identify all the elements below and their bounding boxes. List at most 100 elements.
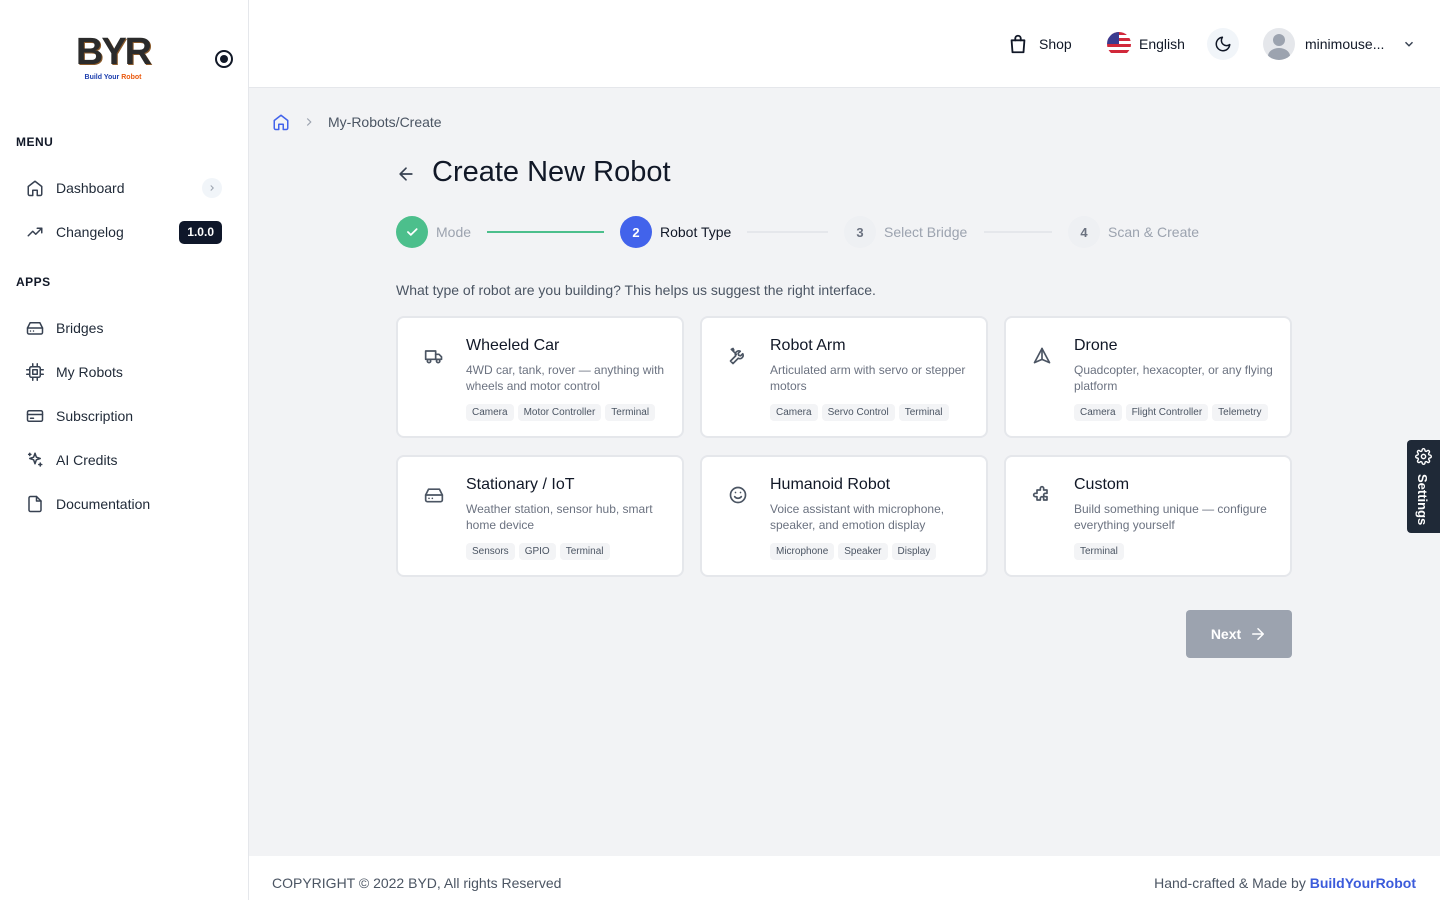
robot-type-card-drone[interactable]: Drone Quadcopter, hexacopter, or any fly… — [1004, 316, 1292, 438]
sidebar-item-label: Changelog — [56, 224, 124, 240]
chevron-down-icon — [1402, 37, 1416, 51]
step-4-label: Scan & Create — [1108, 224, 1200, 240]
sidebar-item-label: My Robots — [56, 364, 123, 380]
arrow-right-icon — [1241, 625, 1267, 643]
puzzle-icon — [1032, 485, 1052, 505]
brand-logo[interactable]: BYR Build Your Robot — [70, 32, 156, 86]
cpu-icon — [26, 363, 44, 381]
version-badge: 1.0.0 — [179, 221, 222, 244]
robot-type-card-custom[interactable]: Custom Build something unique — configur… — [1004, 455, 1292, 577]
language-label: English — [1139, 36, 1185, 52]
username: minimouse... — [1305, 36, 1385, 52]
sidebar-item-bridges[interactable]: Bridges — [16, 310, 232, 346]
card-tags: Camera Motor Controller Terminal — [466, 404, 659, 421]
back-arrow-icon[interactable] — [396, 164, 416, 184]
sidebar-item-label: Dashboard — [56, 180, 125, 196]
step-4-circle[interactable]: 4 — [1068, 216, 1100, 248]
robot-type-card-wheeled-car[interactable]: Wheeled Car 4WD car, tank, rover — anyth… — [396, 316, 684, 438]
user-menu[interactable]: minimouse... — [1263, 28, 1416, 60]
robot-type-card-robot-arm[interactable]: Robot Arm Articulated arm with servo or … — [700, 316, 988, 438]
chevron-right-icon — [302, 115, 316, 129]
feature-tag: Motor Controller — [517, 404, 602, 421]
shop-link[interactable]: Shop — [1007, 33, 1072, 55]
step-1-label: Mode — [436, 224, 472, 240]
sidebar-item-ai-credits[interactable]: AI Credits — [16, 442, 232, 478]
credit-card-icon — [26, 407, 44, 425]
next-button-label: Next — [1210, 626, 1242, 642]
logo-tagline-prefix: Build Your — [84, 74, 120, 81]
card-title: Wheeled Car — [466, 337, 560, 354]
moon-icon — [1214, 35, 1232, 53]
sidebar-item-label: Bridges — [56, 320, 104, 336]
sidebar-item-changelog[interactable]: Changelog 1.0.0 — [16, 214, 232, 250]
step-3-label: Select Bridge — [884, 224, 968, 240]
sparkles-icon — [26, 451, 44, 469]
feature-tag: Sensors — [466, 543, 515, 560]
brand-link[interactable]: BuildYourRobot — [1310, 875, 1416, 891]
step-1-circle[interactable] — [396, 216, 428, 248]
copyright-text: COPYRIGHT © 2022 BYD, All rights Reserve… — [272, 875, 562, 891]
sidebar: BYR Build Your Robot MENU Dashboard Chan… — [0, 0, 249, 900]
step-connector — [747, 231, 828, 233]
card-tags: Camera Servo Control Terminal — [770, 404, 953, 421]
sidebar-item-subscription[interactable]: Subscription — [16, 398, 232, 434]
gear-icon — [1415, 448, 1432, 465]
feature-tag: Terminal — [605, 404, 656, 421]
apps-section-label: APPS — [16, 275, 51, 289]
card-tags: Terminal — [1074, 543, 1128, 560]
avatar — [1263, 28, 1295, 60]
sidebar-item-label: Subscription — [56, 408, 134, 424]
feature-tag: Display — [891, 543, 937, 560]
card-title: Humanoid Robot — [770, 476, 891, 493]
hard-drive-icon — [26, 319, 44, 337]
card-description: 4WD car, tank, rover — anything with whe… — [466, 363, 665, 393]
feature-tag: Camera — [770, 404, 818, 421]
footer-credit: Hand-crafted & Made by BuildYourRobot — [1154, 875, 1416, 891]
step-3-circle[interactable]: 3 — [844, 216, 876, 248]
step-connector — [487, 231, 604, 233]
sidebar-item-my-robots[interactable]: My Robots — [16, 354, 232, 390]
card-title: Stationary / IoT — [466, 476, 575, 493]
feature-tag: Speaker — [838, 543, 888, 560]
sidebar-item-dashboard[interactable]: Dashboard — [16, 170, 232, 206]
sidebar-collapse-toggle[interactable] — [215, 50, 233, 68]
feature-tag: Telemetry — [1212, 404, 1268, 421]
server-icon — [424, 485, 444, 505]
step-2-circle[interactable]: 2 — [620, 216, 652, 248]
feature-tag: Terminal — [898, 404, 949, 421]
home-icon[interactable] — [272, 113, 290, 131]
home-icon — [26, 179, 44, 197]
card-description: Articulated arm with servo or stepper mo… — [770, 363, 966, 393]
shop-label: Shop — [1039, 36, 1072, 52]
feature-tag: Terminal — [559, 543, 610, 560]
robot-type-card-stationary-iot[interactable]: Stationary / IoT Weather station, sensor… — [396, 455, 684, 577]
feature-tag: Microphone — [770, 543, 835, 560]
next-button[interactable]: Next — [1186, 610, 1292, 658]
settings-tab-label: Settings — [1415, 474, 1430, 526]
feature-tag: Camera — [1074, 404, 1122, 421]
check-icon — [405, 225, 419, 239]
card-description: Weather station, sensor hub, smart home … — [466, 502, 653, 532]
shopping-bag-icon — [1007, 33, 1029, 55]
card-description: Build something unique — configure every… — [1074, 502, 1267, 532]
footer: COPYRIGHT © 2022 BYD, All rights Reserve… — [249, 856, 1440, 900]
breadcrumb: My-Robots/Create — [272, 113, 442, 131]
chevron-right-icon[interactable] — [202, 178, 222, 198]
card-description: Voice assistant with microphone, speaker… — [770, 502, 945, 532]
robot-type-card-humanoid-robot[interactable]: Humanoid Robot Voice assistant with micr… — [700, 455, 988, 577]
step-connector — [984, 231, 1052, 233]
sidebar-item-documentation[interactable]: Documentation — [16, 486, 232, 522]
smile-icon — [728, 485, 748, 505]
card-tags: Sensors GPIO Terminal — [466, 543, 614, 560]
feature-tag: GPIO — [518, 543, 556, 560]
truck-icon — [424, 346, 444, 366]
language-selector[interactable]: English — [1107, 32, 1185, 56]
breadcrumb-current: My-Robots/Create — [328, 114, 442, 130]
step-2-label: Robot Type — [660, 224, 732, 240]
theme-toggle-button[interactable] — [1207, 28, 1239, 60]
sidebar-item-label: AI Credits — [56, 452, 118, 468]
card-description: Quadcopter, hexacopter, or any flying pl… — [1074, 363, 1273, 393]
card-title: Robot Arm — [770, 337, 846, 354]
settings-tab[interactable]: Settings — [1407, 440, 1440, 533]
card-title: Custom — [1074, 476, 1130, 493]
